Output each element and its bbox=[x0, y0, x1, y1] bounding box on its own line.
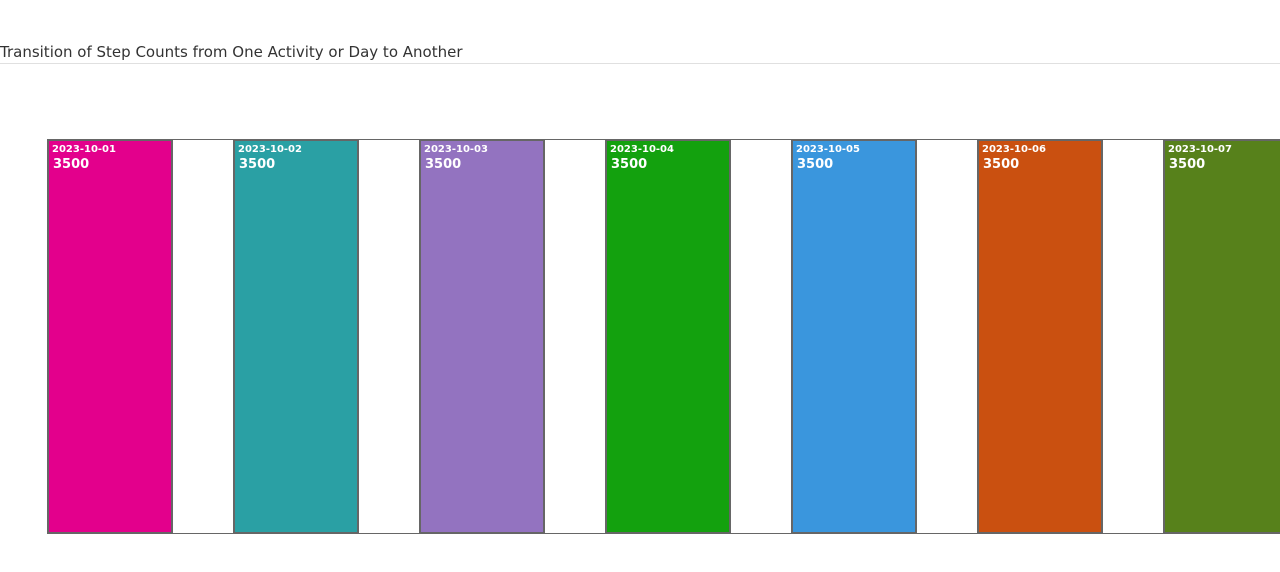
node-bar[interactable] bbox=[977, 139, 1103, 534]
node-bar[interactable] bbox=[419, 139, 545, 534]
node-date-label: 2023-10-04 bbox=[610, 144, 674, 155]
sankey-link-2[interactable] bbox=[358, 140, 420, 533]
node-bar[interactable] bbox=[47, 139, 173, 534]
node-bar[interactable] bbox=[1163, 139, 1280, 534]
node-value-label: 3500 bbox=[797, 157, 833, 172]
node-date-label: 2023-10-06 bbox=[982, 144, 1046, 155]
node-date-label: 2023-10-02 bbox=[238, 144, 302, 155]
sankey-node-2023-10-05[interactable]: 2023-10-05 3500 bbox=[791, 139, 917, 534]
node-value-label: 3500 bbox=[983, 157, 1019, 172]
sankey-node-2023-10-01[interactable]: 2023-10-01 3500 bbox=[47, 139, 173, 534]
node-value-label: 3500 bbox=[239, 157, 275, 172]
sankey-node-2023-10-06[interactable]: 2023-10-06 3500 bbox=[977, 139, 1103, 534]
sankey-node-2023-10-07[interactable]: 2023-10-07 3500 bbox=[1163, 139, 1280, 534]
node-bar[interactable] bbox=[605, 139, 731, 534]
sankey-link-1[interactable] bbox=[172, 140, 234, 533]
sankey-link-6[interactable] bbox=[1102, 140, 1164, 533]
node-date-label: 2023-10-01 bbox=[52, 144, 116, 155]
node-date-label: 2023-10-05 bbox=[796, 144, 860, 155]
sankey-link-3[interactable] bbox=[544, 140, 606, 533]
sankey-chart: 2023-10-01 3500 2023-10-02 3500 2023-10-03 35… bbox=[47, 139, 1280, 534]
node-bar[interactable] bbox=[233, 139, 359, 534]
node-value-label: 3500 bbox=[425, 157, 461, 172]
sankey-link-4[interactable] bbox=[730, 140, 792, 533]
sankey-node-2023-10-04[interactable]: 2023-10-04 3500 bbox=[605, 139, 731, 534]
sankey-link-5[interactable] bbox=[916, 140, 978, 533]
node-date-label: 2023-10-07 bbox=[1168, 144, 1232, 155]
node-date-label: 2023-10-03 bbox=[424, 144, 488, 155]
node-bar[interactable] bbox=[791, 139, 917, 534]
sankey-node-2023-10-03[interactable]: 2023-10-03 3500 bbox=[419, 139, 545, 534]
node-value-label: 3500 bbox=[611, 157, 647, 172]
node-value-label: 3500 bbox=[1169, 157, 1205, 172]
sankey-node-2023-10-02[interactable]: 2023-10-02 3500 bbox=[233, 139, 359, 534]
node-value-label: 3500 bbox=[53, 157, 89, 172]
